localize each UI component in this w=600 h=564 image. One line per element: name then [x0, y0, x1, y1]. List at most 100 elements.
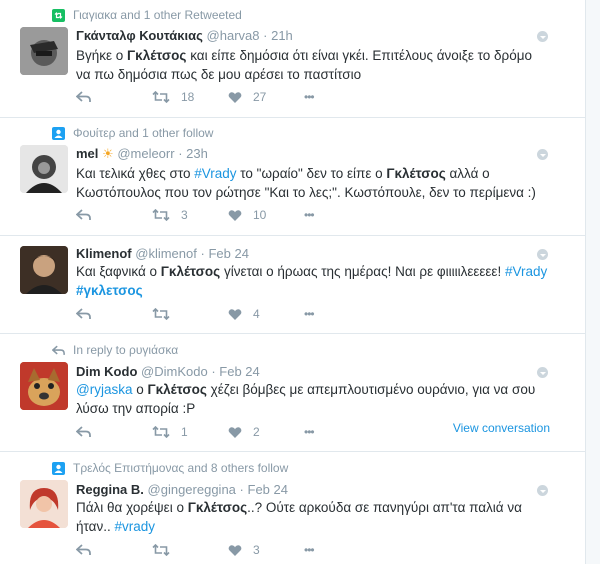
heart-icon [228, 91, 242, 103]
more-button[interactable]: ••• [304, 90, 315, 104]
like-count: 4 [253, 307, 260, 321]
author-handle[interactable]: @DimKodo [141, 364, 208, 379]
caret-down-icon[interactable] [537, 31, 548, 42]
author-handle[interactable]: @klimenof [135, 246, 197, 261]
tweet-text-segment: Γκλέτσος [147, 382, 207, 397]
tweet-header: Γκάνταλφ Κουτάκιας @harva8 · 21h [76, 28, 293, 43]
caret-down-icon[interactable] [537, 367, 548, 378]
timeline-stream: Γιαγιακα and 1 other Retweeted Γκάνταλφ … [0, 0, 586, 564]
tweet-header: Reggina B. @gingereggina · Feb 24 [76, 482, 288, 497]
tweet-text-segment: το "ωραίο" δεν το είπε ο [236, 166, 387, 181]
like-button[interactable]: 4 [228, 307, 304, 321]
tweet-text-segment: Πάλι θα χορέψει ο [76, 500, 188, 515]
scrollbar-track[interactable] [587, 0, 600, 564]
more-button[interactable]: ••• [304, 307, 315, 321]
author-name[interactable]: Dim Kodo [76, 364, 137, 379]
tweet-context: Γιαγιακα and 1 other Retweeted [52, 8, 242, 22]
avatar[interactable] [20, 145, 68, 193]
avatar[interactable] [20, 246, 68, 294]
retweet-button[interactable]: 18 [152, 90, 228, 104]
author-name[interactable]: mel [76, 146, 98, 161]
retweet-button[interactable]: 3 [152, 208, 228, 222]
tweet-text: Και τελικά χθες στο #Vrady το "ωραίο" δε… [76, 164, 548, 202]
tweet-text-segment: Γκλέτσος [386, 166, 446, 181]
reply-button[interactable] [76, 426, 152, 438]
tweet-header: Dim Kodo @DimKodo · Feb 24 [76, 364, 260, 379]
author-handle[interactable]: @harva8 [207, 28, 260, 43]
tweet-link[interactable]: #vrady [114, 519, 155, 534]
like-count: 27 [253, 90, 267, 104]
tweet-item[interactable]: In reply to ρυγιάσκα Dim Kodo @DimKodo ·… [0, 334, 585, 452]
tweet-time[interactable]: Feb 24 [219, 364, 259, 379]
reply-button[interactable] [76, 209, 152, 221]
tweet-link[interactable]: #γκλετσος [76, 283, 143, 298]
avatar[interactable] [20, 27, 68, 75]
caret-down-icon[interactable] [537, 149, 548, 160]
author-handle[interactable]: @meleorr [117, 146, 174, 161]
reply-icon [76, 308, 91, 319]
more-button[interactable]: ••• [304, 208, 315, 222]
more-button[interactable]: ••• [304, 543, 315, 557]
like-count: 3 [253, 543, 260, 557]
tweet-item[interactable]: Φουίτερ and 1 other follow mel ☀ @meleor… [0, 118, 585, 236]
tweet-link[interactable]: #Vrady [505, 264, 547, 279]
author-handle[interactable]: @gingereggina [148, 482, 236, 497]
reply-button[interactable] [76, 91, 152, 103]
tweet-text-segment: Και τελικά χθες στο [76, 166, 195, 181]
author-name[interactable]: Reggina B. [76, 482, 144, 497]
separator: · [211, 364, 216, 379]
tweet-link[interactable]: @ryjaska [76, 382, 132, 397]
retweet-button[interactable]: 1 [152, 425, 228, 439]
like-button[interactable]: 2 [228, 425, 304, 439]
author-name[interactable]: Γκάνταλφ Κουτάκιας [76, 28, 203, 43]
tweet-time[interactable]: Feb 24 [248, 482, 288, 497]
tweet-actions: 3 10 ••• [76, 208, 315, 222]
tweet-text-segment: ο [132, 382, 148, 397]
more-button[interactable]: ••• [304, 425, 315, 439]
tweet-item[interactable]: Klimenof @klimenof · Feb 24 Και ξαφνικά … [0, 236, 585, 334]
tweet-link[interactable]: #Vrady [194, 166, 236, 181]
tweet-item[interactable]: Τρελός Επιστήμονας and 8 others follow R… [0, 452, 585, 564]
tweet-time[interactable]: 23h [186, 146, 208, 161]
tweet-text-segment: Και ξαφνικά ο [76, 264, 161, 279]
tweet-text: Και ξαφνικά ο Γκλέτσος γίνεται ο ήρωας τ… [76, 262, 548, 300]
context-text[interactable]: Γιαγιακα and 1 other Retweeted [73, 8, 242, 22]
separator: · [263, 28, 268, 43]
retweet-action-icon [152, 91, 170, 103]
context-text[interactable]: Φουίτερ and 1 other follow [73, 126, 213, 140]
avatar[interactable] [20, 362, 68, 410]
tweet-time[interactable]: 21h [271, 28, 293, 43]
tweet-text-segment: Γκλέτσος [187, 500, 248, 515]
tweet-text-segment: γίνεται ο ήρωας της ημέρας! Ναι ρε φιιιι… [220, 264, 505, 279]
retweet-button[interactable] [152, 308, 228, 320]
tweet-time[interactable]: Feb 24 [208, 246, 248, 261]
like-button[interactable]: 3 [228, 543, 304, 557]
follow-icon [52, 461, 65, 475]
caret-down-icon[interactable] [537, 249, 548, 260]
view-conversation-link[interactable]: View conversation [453, 421, 550, 435]
reply-icon [76, 209, 91, 220]
retweet-icon [52, 8, 65, 22]
like-button[interactable]: 10 [228, 208, 304, 222]
retweet-button[interactable] [152, 544, 228, 556]
tweet-text: Πάλι θα χορέψει ο Γκλέτσος..? Ούτε αρκού… [76, 498, 548, 536]
author-name[interactable]: Klimenof [76, 246, 132, 261]
like-button[interactable]: 27 [228, 90, 304, 104]
separator: · [239, 482, 244, 497]
tweet-item[interactable]: Γιαγιακα and 1 other Retweeted Γκάνταλφ … [0, 0, 585, 118]
tweet-text: @ryjaska ο Γκλέτσος χέζει βόμβες με απεμ… [76, 380, 548, 418]
context-text[interactable]: In reply to ρυγιάσκα [73, 343, 178, 357]
context-text[interactable]: Τρελός Επιστήμονας and 8 others follow [73, 461, 288, 475]
reply-button[interactable] [76, 308, 152, 320]
follow-icon [52, 126, 65, 140]
more-dots-icon: ••• [304, 208, 315, 222]
caret-down-icon[interactable] [537, 485, 548, 496]
retweet-action-icon [152, 426, 170, 438]
avatar[interactable] [20, 480, 68, 528]
more-dots-icon: ••• [304, 425, 315, 439]
reply-button[interactable] [76, 544, 152, 556]
retweet-count: 3 [181, 208, 188, 222]
heart-icon [228, 544, 242, 556]
heart-icon [228, 426, 242, 438]
retweet-action-icon [152, 308, 170, 320]
